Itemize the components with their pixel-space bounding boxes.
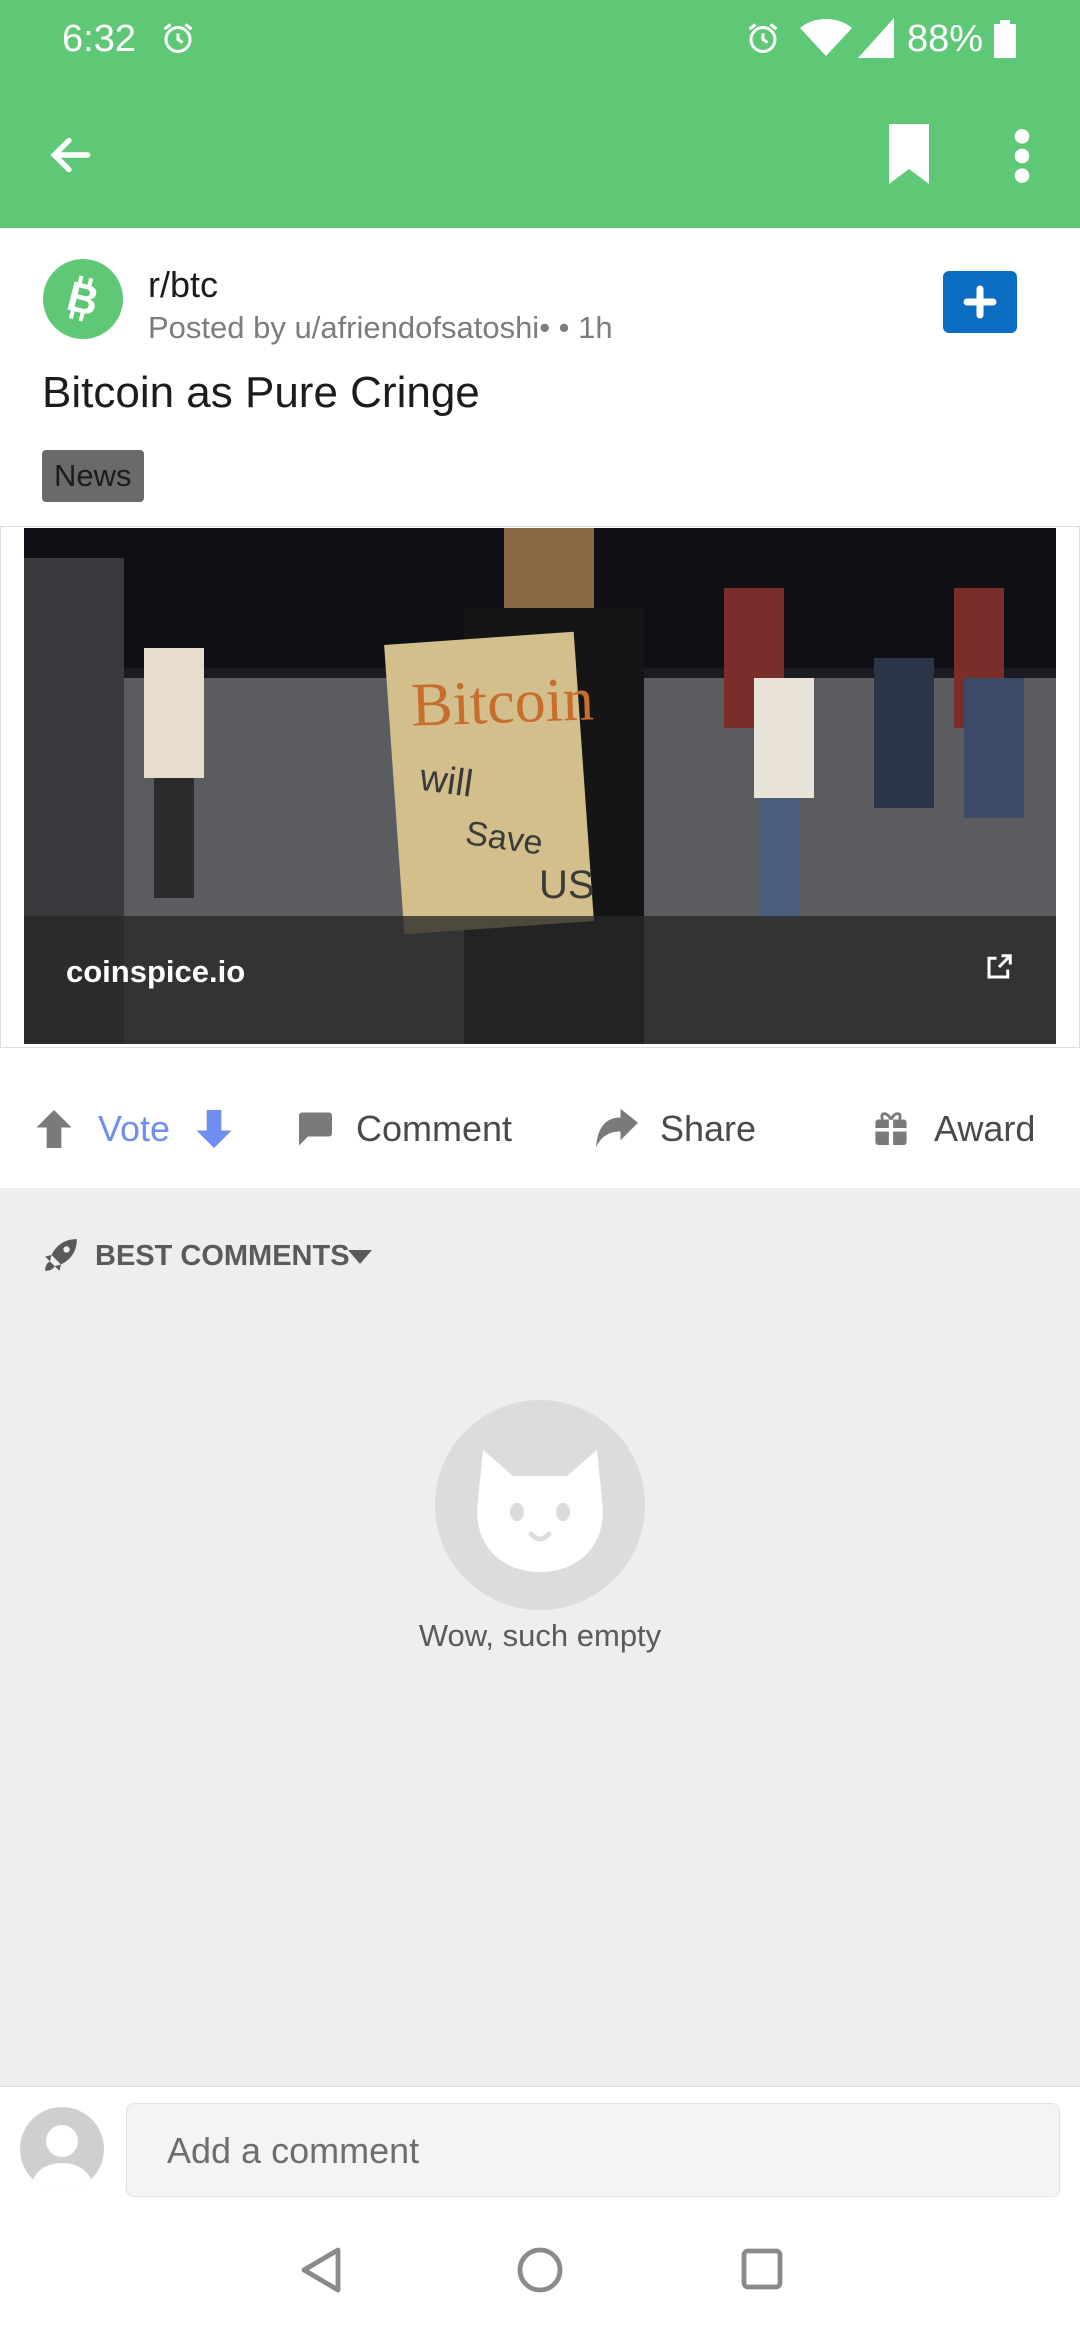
rocket-icon <box>45 1239 77 1271</box>
status-time: 6:32 <box>62 18 136 60</box>
comment-sort-dropdown[interactable]: BEST COMMENTS <box>92 1232 382 1278</box>
alarm-icon-right <box>748 23 778 53</box>
battery-icon <box>994 20 1016 58</box>
external-link-icon <box>987 954 1012 979</box>
battery-percent: 88% <box>907 18 984 60</box>
sign-word-1: Bitcoin <box>410 665 595 739</box>
post-age: • 1h <box>550 310 613 345</box>
bitcoin-logo-icon: B <box>63 272 104 325</box>
post-actions: Vote Comment Share Award <box>0 1058 1080 1188</box>
post-flair: News <box>42 450 144 502</box>
system-nav-bar <box>0 2198 1080 2340</box>
more-vert-icon[interactable] <box>1012 128 1032 184</box>
plus-icon <box>963 285 997 319</box>
status-bar: 6:32 88% <box>0 0 1080 80</box>
add-comment-placeholder: Add a comment <box>167 2130 420 2171</box>
link-domain: coinspice.io <box>66 954 246 989</box>
vote-label: Vote <box>98 1108 171 1149</box>
sign-word-2: will <box>416 757 475 806</box>
empty-state-illustration <box>435 1400 645 1610</box>
gift-icon <box>875 1112 907 1145</box>
upvote-arrow-icon[interactable] <box>36 1110 72 1148</box>
user-avatar[interactable] <box>20 2107 104 2191</box>
add-comment-field[interactable]: Add a comment <box>126 2103 1060 2197</box>
cell-signal-icon <box>858 18 894 58</box>
share-button[interactable]: Share <box>596 1098 816 1158</box>
award-label: Award <box>934 1108 1036 1149</box>
app-bar <box>0 80 1080 228</box>
nav-back-icon[interactable] <box>298 2246 342 2294</box>
posted-by[interactable]: Posted by u/afriendofsatoshi• <box>148 310 550 345</box>
comment-button[interactable]: Comment <box>296 1098 536 1158</box>
cat-face-icon <box>477 1450 603 1572</box>
alarm-icon <box>163 23 193 53</box>
post-title: Bitcoin as Pure Cringe <box>42 368 480 417</box>
subreddit-avatar[interactable]: B <box>43 259 123 339</box>
empty-state-text: Wow, such empty <box>418 1618 662 1653</box>
sort-label: BEST COMMENTS <box>95 1240 350 1272</box>
share-label: Share <box>660 1108 757 1149</box>
arrow-left-icon[interactable] <box>46 130 96 180</box>
post-card: B r/btc Posted by u/afriendofsatoshi• • … <box>0 228 1080 1188</box>
downvote-arrow-icon[interactable] <box>196 1110 232 1148</box>
chevron-down-icon <box>348 1250 372 1264</box>
comment-label: Comment <box>356 1108 513 1149</box>
wifi-icon <box>800 19 852 56</box>
comment-bar: Add a comment <box>0 2086 1080 2199</box>
comment-bubble-icon <box>299 1112 332 1146</box>
award-button[interactable]: Award <box>874 1098 1054 1158</box>
bookmark-icon[interactable] <box>884 124 934 184</box>
nav-recents-icon[interactable] <box>740 2246 784 2292</box>
join-button[interactable] <box>943 271 1017 333</box>
person-icon <box>30 2125 94 2191</box>
sign-word-4: US <box>539 863 595 907</box>
link-domain-bar[interactable]: coinspice.io <box>24 916 1056 1044</box>
post-meta: Posted by u/afriendofsatoshi• • 1h <box>148 310 613 346</box>
subreddit-name[interactable]: r/btc <box>148 264 218 306</box>
share-arrow-icon <box>596 1108 638 1148</box>
nav-home-icon[interactable] <box>516 2246 564 2294</box>
